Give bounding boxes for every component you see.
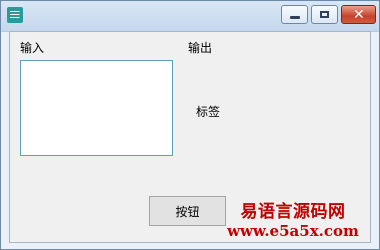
watermark-url: www.e5a5x.com: [227, 222, 359, 240]
watermark: 易语言源码网 www.e5a5x.com: [213, 202, 373, 247]
close-button[interactable]: ✕: [341, 5, 376, 24]
app-window: ✕ 输入 输出 标签 按钮 易语言源码网 www.e5a5x.com: [0, 0, 380, 250]
title-bar[interactable]: ✕: [1, 1, 379, 32]
input-editbox[interactable]: [20, 60, 173, 156]
minimize-icon: [290, 16, 300, 19]
input-label: 输入: [20, 41, 45, 55]
tag-label: 标签: [196, 105, 221, 119]
maximize-button[interactable]: [311, 5, 338, 24]
minimize-button[interactable]: [281, 5, 308, 24]
app-icon: [7, 7, 23, 23]
maximize-icon: [320, 11, 329, 18]
output-label: 输出: [188, 41, 213, 55]
close-icon: ✕: [353, 7, 365, 23]
watermark-title: 易语言源码网: [240, 202, 346, 222]
